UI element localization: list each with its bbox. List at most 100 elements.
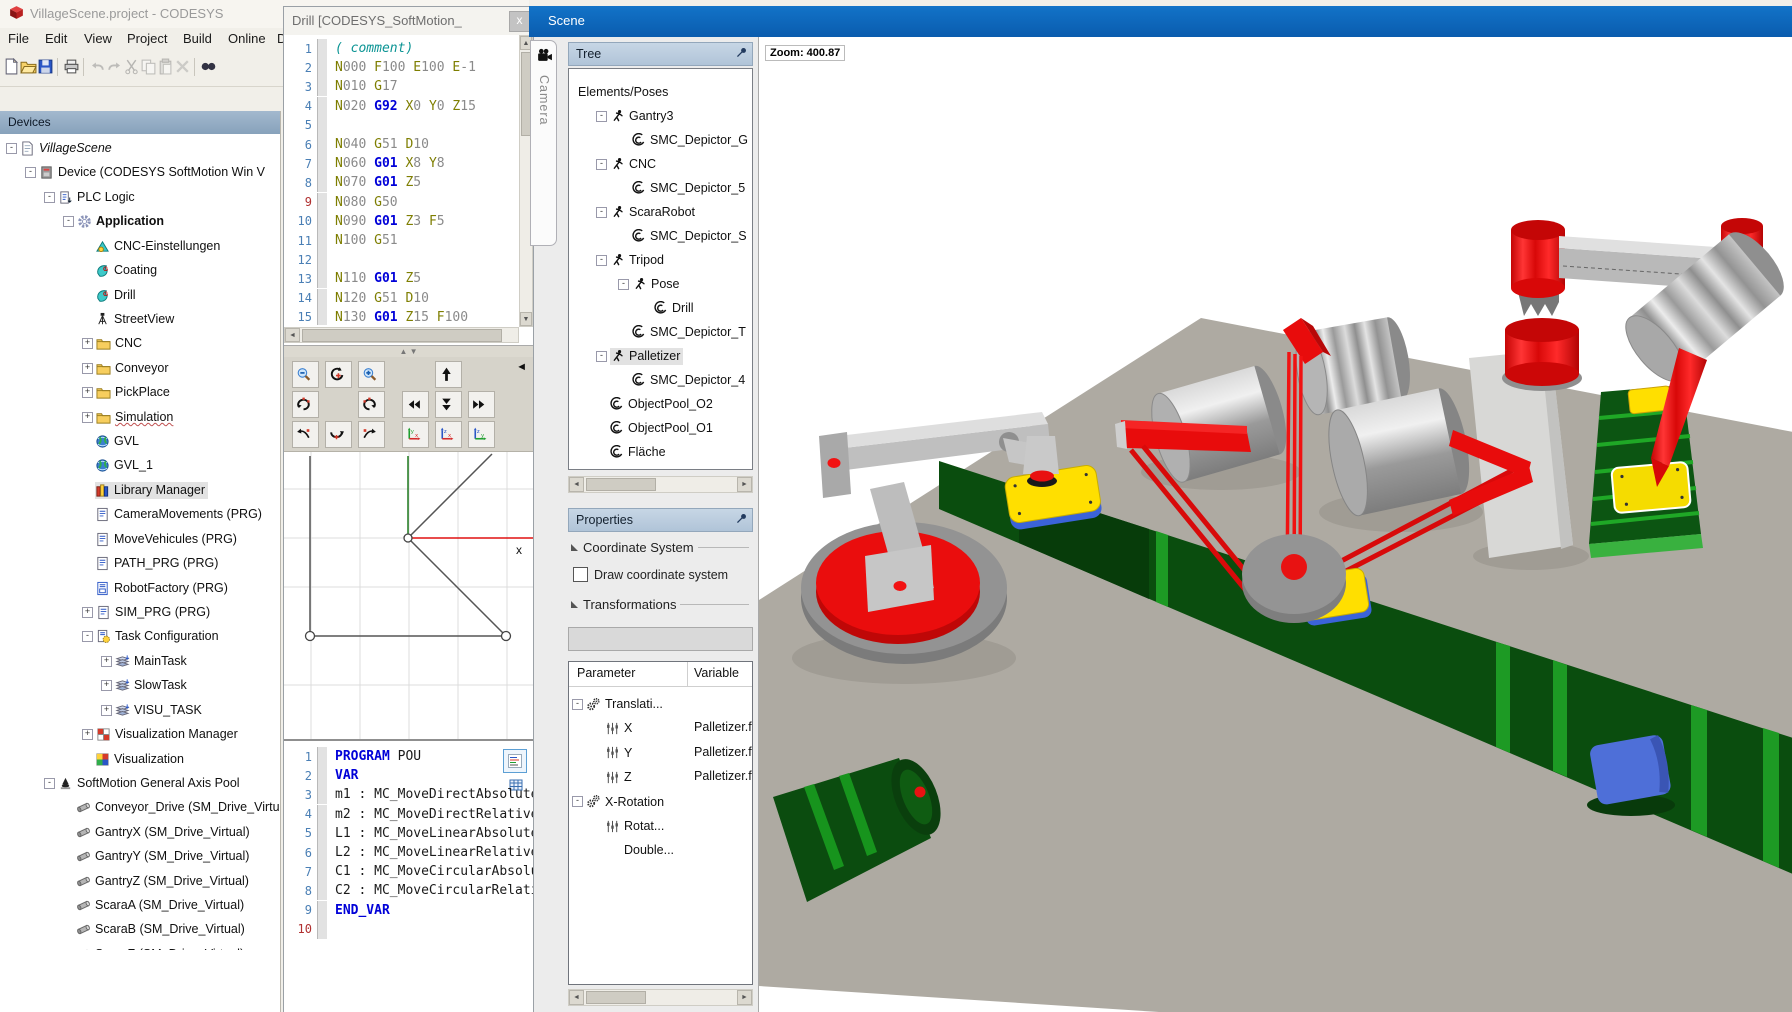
collapse-box-icon[interactable]: - bbox=[596, 159, 607, 170]
open-button[interactable] bbox=[20, 58, 38, 76]
tree-item-slowtask[interactable]: +SlowTask bbox=[0, 674, 280, 696]
menu-edit[interactable]: Edit bbox=[45, 31, 67, 46]
collapse-box-icon[interactable]: - bbox=[596, 255, 607, 266]
menu-online[interactable]: Online bbox=[228, 31, 266, 46]
tree-item-gvl[interactable]: GVL bbox=[0, 430, 280, 452]
tree-item-streetview[interactable]: StreetView bbox=[0, 308, 280, 330]
gcode-hscrollbar[interactable]: ◄ bbox=[284, 327, 519, 343]
scene-tree-item-smc-depictor-4[interactable]: SMC_Depictor_4 bbox=[569, 369, 753, 391]
collapse-box-icon[interactable]: - bbox=[618, 279, 629, 290]
tree-root-elements-poses[interactable]: Elements/Poses bbox=[578, 81, 753, 103]
step-up-button[interactable] bbox=[435, 361, 462, 388]
tree-item-conveyor-drive-sm-drive-virtual[interactable]: Conveyor_Drive (SM_Drive_Virtual) bbox=[0, 796, 280, 818]
arc-left-button[interactable] bbox=[292, 421, 319, 448]
scene-tree-item-scararobot[interactable]: -ScaraRobot bbox=[569, 201, 753, 223]
gcode-editor[interactable]: 1( comment)2N000 F100 E100 E-13N010 G174… bbox=[284, 35, 519, 325]
tree-hscrollbar[interactable]: ◄ ► bbox=[568, 476, 753, 493]
tree-item-library-manager[interactable]: Library Manager bbox=[0, 479, 280, 501]
undo-button[interactable] bbox=[89, 58, 107, 76]
expand-box-icon[interactable]: + bbox=[101, 705, 112, 716]
tree-item-conveyor[interactable]: +Conveyor bbox=[0, 357, 280, 379]
collapse-box-icon[interactable]: - bbox=[25, 167, 36, 178]
scene-3d-viewport[interactable]: Zoom: 400.87 bbox=[758, 37, 1792, 1012]
drill-window-titlebar[interactable]: Drill [CODESYS_SoftMotion_ x bbox=[284, 7, 533, 36]
tree-item-visualization[interactable]: Visualization bbox=[0, 748, 280, 770]
collapse-box-icon[interactable]: - bbox=[6, 143, 17, 154]
expand-box-icon[interactable]: + bbox=[82, 338, 93, 349]
scene-tree-item-tripod[interactable]: -Tripod bbox=[569, 249, 753, 271]
scene-tree-item-palletizer[interactable]: -Palletizer bbox=[569, 345, 753, 367]
tree-item-coating[interactable]: Coating bbox=[0, 259, 280, 281]
arc-right-button[interactable] bbox=[358, 421, 385, 448]
menu-project[interactable]: Project bbox=[127, 31, 167, 46]
collapse-box-icon[interactable]: - bbox=[596, 111, 607, 122]
menu-file[interactable]: File bbox=[8, 31, 29, 46]
tree-item-drill[interactable]: Drill bbox=[0, 284, 280, 306]
cnc-path-preview[interactable]: x bbox=[284, 451, 533, 740]
tree-item-scarab-sm-drive-virtual[interactable]: ScaraB (SM_Drive_Virtual) bbox=[0, 918, 280, 940]
param-row-y[interactable]: Y bbox=[569, 742, 687, 764]
expand-box-icon[interactable]: + bbox=[82, 412, 93, 423]
scene-tree-item-cnc[interactable]: -CNC bbox=[569, 153, 753, 175]
param-row-x[interactable]: X bbox=[569, 717, 687, 739]
collapse-box-icon[interactable]: - bbox=[44, 778, 55, 789]
properties-panel-header[interactable]: Properties bbox=[568, 508, 753, 532]
param-variable[interactable]: Palletizer.fM bbox=[694, 769, 753, 783]
zoom-in-button[interactable] bbox=[358, 361, 385, 388]
pin-icon[interactable] bbox=[735, 46, 748, 59]
scene-tree-item-drill[interactable]: Drill bbox=[569, 297, 753, 319]
tree-item-cnc[interactable]: +CNC bbox=[0, 332, 280, 354]
tree-item-gvl-1[interactable]: GVL_1 bbox=[0, 454, 280, 476]
tree-item-visu-task[interactable]: +VISU_TASK bbox=[0, 699, 280, 721]
step-left-button[interactable] bbox=[402, 391, 429, 418]
tree-item-path-prg-prg[interactable]: PATH_PRG (PRG) bbox=[0, 552, 280, 574]
devices-panel-header[interactable]: Devices bbox=[0, 111, 280, 135]
tree-item-movevehicules-prg[interactable]: MoveVehicules (PRG) bbox=[0, 528, 280, 550]
arc-down-button[interactable] bbox=[325, 421, 352, 448]
parameter-column-header[interactable]: Parameter bbox=[577, 666, 635, 680]
scene-tree-item-smc-depictor-5[interactable]: SMC_Depictor_5 bbox=[569, 177, 753, 199]
collapse-box-icon[interactable]: - bbox=[82, 631, 93, 642]
collapse-box-icon[interactable]: - bbox=[596, 207, 607, 218]
scene-tree-item-gantry3[interactable]: -Gantry3 bbox=[569, 105, 753, 127]
copy-button[interactable] bbox=[140, 58, 158, 76]
expand-box-icon[interactable]: + bbox=[82, 387, 93, 398]
tree-item-robotfactory-prg[interactable]: RobotFactory (PRG) bbox=[0, 577, 280, 599]
param-row-x-rotation[interactable]: -X-Rotation bbox=[569, 791, 687, 813]
scroll-left-icon[interactable]: ◄ bbox=[569, 990, 584, 1005]
param-variable[interactable]: Palletizer.fM bbox=[694, 745, 753, 759]
scene-tree-item-pose[interactable]: -Pose bbox=[569, 273, 753, 295]
scroll-thumb[interactable] bbox=[586, 991, 646, 1004]
variable-column-header[interactable]: Variable bbox=[694, 666, 739, 680]
tree-item-simulation[interactable]: +Simulation bbox=[0, 406, 280, 428]
draw-coordinate-system-checkbox[interactable]: Draw coordinate system bbox=[573, 567, 728, 582]
pou-editor[interactable]: 1PROGRAM POU2VAR3m1 : MC_MoveDirectAbsol… bbox=[284, 739, 533, 1012]
tree-item-scaraa-sm-drive-virtual[interactable]: ScaraA (SM_Drive_Virtual) bbox=[0, 894, 280, 916]
camera-tab[interactable]: Camera bbox=[530, 40, 557, 246]
tree-item-gantryz-sm-drive-virtual[interactable]: GantryZ (SM_Drive_Virtual) bbox=[0, 870, 280, 892]
find-button[interactable] bbox=[200, 58, 218, 76]
new-file-button[interactable] bbox=[3, 58, 21, 76]
tree-item-sim-prg-prg[interactable]: +SIM_PRG (PRG) bbox=[0, 601, 280, 623]
scene-tree-item-fl-che[interactable]: Fläche bbox=[569, 441, 753, 463]
scene-tree-item-smc-depictor-g[interactable]: SMC_Depictor_G bbox=[569, 129, 753, 151]
cut-button[interactable] bbox=[123, 58, 141, 76]
tree-item-visualization-manager[interactable]: +Visualization Manager bbox=[0, 723, 280, 745]
tree-item-cameramovements-prg[interactable]: CameraMovements (PRG) bbox=[0, 503, 280, 525]
param-row-translati-[interactable]: -Translati... bbox=[569, 693, 687, 715]
collapse-toolbar-icon[interactable]: ◄ bbox=[516, 361, 527, 373]
delete-button[interactable] bbox=[174, 58, 192, 76]
rotate-plus-button[interactable] bbox=[325, 361, 352, 388]
tree-item-villagescene[interactable]: -VillageScene bbox=[0, 137, 280, 159]
tree-item-scaraz-sm-drive-virtual[interactable]: ScaraZ (SM_Drive_Virtual) bbox=[0, 943, 280, 950]
tree-item-cnc-einstellungen[interactable]: CNC-Einstellungen bbox=[0, 235, 280, 257]
tree-item-application[interactable]: -Application bbox=[0, 210, 280, 232]
scene-tree-item-smc-depictor-t[interactable]: SMC_Depictor_T bbox=[569, 321, 753, 343]
tree-item-maintask[interactable]: +MainTask bbox=[0, 650, 280, 672]
save-button[interactable] bbox=[37, 58, 55, 76]
tree-item-gantryx-sm-drive-virtual[interactable]: GantryX (SM_Drive_Virtual) bbox=[0, 821, 280, 843]
scroll-right-icon[interactable]: ► bbox=[737, 477, 752, 492]
collapse-box-icon[interactable]: - bbox=[596, 351, 607, 362]
tree-item-softmotion-general-axis-pool[interactable]: -SoftMotion General Axis Pool bbox=[0, 772, 280, 794]
step-right-button[interactable] bbox=[468, 391, 495, 418]
